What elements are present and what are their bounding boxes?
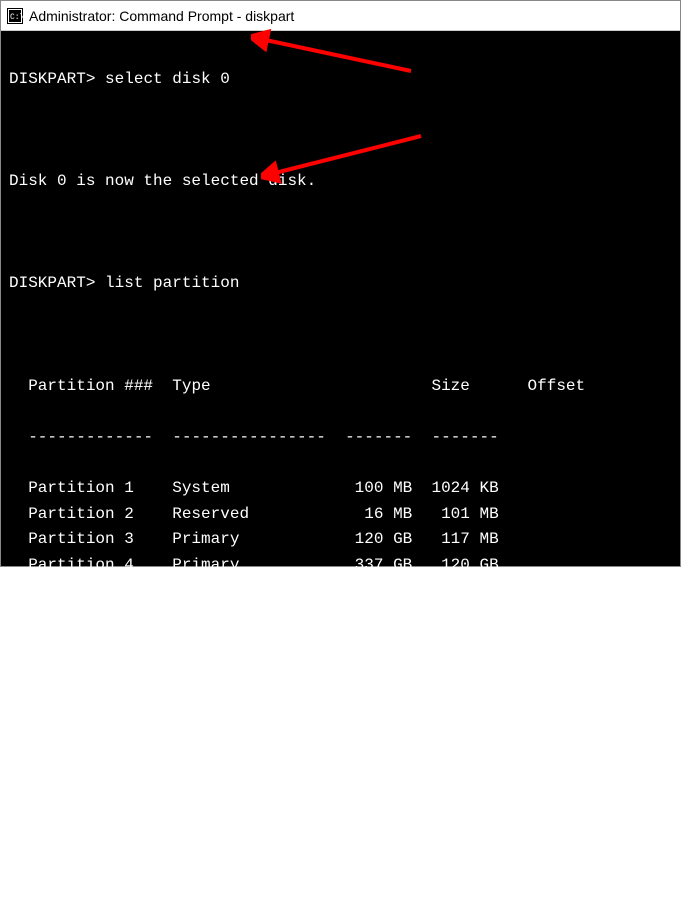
header-type: Type [172, 377, 326, 395]
table-header: Partition ### Type Size Offset [9, 374, 672, 400]
header-partition: Partition ### [28, 377, 153, 395]
table-row: Partition 4 Primary 337 GB 120 GB [9, 553, 672, 579]
prompt-line-3: DISKPART> [9, 732, 672, 758]
blank-line [9, 323, 672, 349]
table-row: Partition 6 Recovery 18 GB 457 GB [9, 604, 672, 630]
window-title: Administrator: Command Prompt - diskpart [29, 8, 294, 24]
cursor [107, 745, 117, 748]
table-row: Partition 5 Recovery 512 MB 457 GB [9, 578, 672, 604]
blank-line [9, 681, 672, 707]
command-text: list partition [105, 274, 239, 292]
prompt: DISKPART> [9, 274, 95, 292]
header-offset: Offset [518, 377, 585, 395]
prompt: DISKPART> [9, 70, 95, 88]
blank-line [9, 118, 672, 144]
table-row: Partition 3 Primary 120 GB 117 MB [9, 527, 672, 553]
response-line: Disk 0 is now the selected disk. [9, 169, 672, 195]
table-row: Partition 7 Recovery 1024 MB 475 GB [9, 630, 672, 656]
prompt-line-2: DISKPART> list partition [9, 271, 672, 297]
command-prompt-icon: C:\ [7, 8, 23, 24]
prompt-line-1: DISKPART> select disk 0 [9, 67, 672, 93]
prompt: DISKPART> [9, 735, 95, 753]
header-size: Size [403, 377, 470, 395]
window-titlebar[interactable]: C:\ Administrator: Command Prompt - disk… [1, 1, 680, 31]
table-row: Partition 1 System 100 MB 1024 KB [9, 476, 672, 502]
blank-line [9, 220, 672, 246]
table-row: Partition 2 Reserved 16 MB 101 MB [9, 502, 672, 528]
svg-text:C:\: C:\ [10, 13, 23, 22]
terminal-output[interactable]: DISKPART> select disk 0 Disk 0 is now th… [1, 31, 680, 566]
command-text: select disk 0 [105, 70, 230, 88]
table-divider: ------------- ---------------- ------- -… [9, 425, 672, 451]
